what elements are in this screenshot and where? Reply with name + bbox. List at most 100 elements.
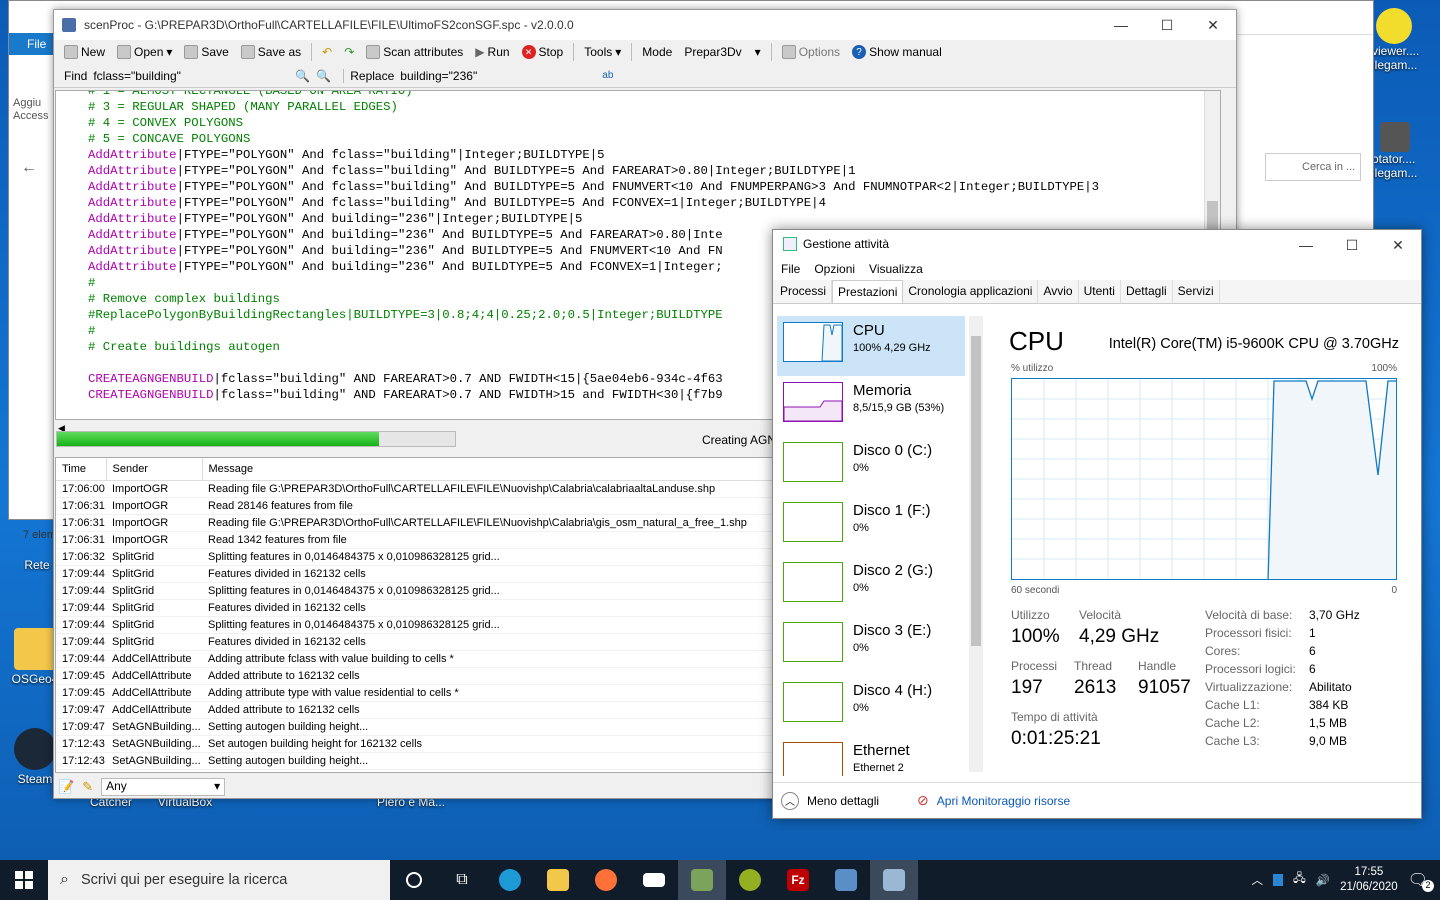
explorer-quick-access[interactable]: Aggiu Access (13, 97, 48, 123)
start-button[interactable] (0, 860, 48, 900)
sidebar-item-value: 8,5/15,9 GB (53%) (853, 402, 945, 414)
code-line[interactable]: AddAttribute|FTYPE="POLYGON" And fclass=… (88, 147, 1220, 163)
network-icon[interactable]: 🖧 (1293, 871, 1306, 890)
menu-visualizza[interactable]: Visualizza (869, 262, 923, 276)
scrollbar-thumb[interactable] (971, 336, 981, 646)
search-placeholder: Scrivi qui per eseguire la ricerca (80, 872, 288, 888)
volume-icon[interactable]: 🔊 (1316, 873, 1330, 887)
find-input[interactable]: fclass="building" (93, 69, 289, 83)
sidebar-scrollbar[interactable] (969, 316, 983, 772)
tab-servizi[interactable]: Servizi (1173, 280, 1220, 303)
sidebar-item-disco-2-g[interactable]: Disco 2 (G:) 0% (777, 556, 965, 616)
cpu-detail-row: Cache L1: 384 KB (1205, 698, 1348, 712)
save-as-button[interactable]: Save as (237, 41, 305, 63)
code-args: |FTYPE="POLYGON" And building="236"|Inte… (176, 212, 583, 226)
notifications-icon[interactable]: 🗨 2 (1408, 870, 1434, 892)
minimize-icon[interactable]: — (1098, 10, 1144, 40)
chevron-up-icon[interactable]: ︿ (781, 791, 799, 810)
taskbar-search[interactable]: ⌕ Scrivi qui per eseguire la ricerca (48, 860, 390, 900)
scan-attributes-button[interactable]: Scan attributes (362, 41, 467, 63)
sidebar-item-disco-4-h[interactable]: Disco 4 (H:) 0% (777, 676, 965, 736)
code-line[interactable]: AddAttribute|FTYPE="POLYGON" And fclass=… (88, 163, 1220, 179)
undo-button[interactable]: ↶ (318, 41, 336, 63)
log-header-time[interactable]: Time (56, 458, 107, 481)
code-line[interactable]: # 4 = CONVEX POLYGONS (88, 115, 1220, 131)
code-line[interactable]: # 3 = REGULAR SHAPED (MANY PARALLEL EDGE… (88, 99, 1220, 115)
log-filter-select[interactable]: Any ▾ (101, 778, 226, 796)
replace-all-icon[interactable]: ab (602, 70, 613, 81)
sidebar-item-ethernet[interactable]: Ethernet Ethernet 2 (777, 736, 965, 776)
cortana-button[interactable] (390, 860, 438, 900)
taskbar-app-taskmgr[interactable] (870, 860, 918, 900)
close-icon[interactable]: ✕ (1190, 10, 1236, 40)
code-line[interactable]: AddAttribute|FTYPE="POLYGON" And buildin… (88, 211, 1220, 227)
taskbar-app-firefox[interactable] (582, 860, 630, 900)
tray-app-icon[interactable] (1272, 874, 1283, 886)
tools-menu[interactable]: Tools ▾ (580, 41, 625, 63)
redo-button[interactable]: ↷ (340, 41, 358, 63)
tab-processi[interactable]: Processi (775, 280, 833, 303)
taskbar-app-network[interactable] (822, 860, 870, 900)
chevron-down-icon: ▾ (615, 45, 622, 59)
tab-cronologia[interactable]: Cronologia applicazioni (903, 280, 1039, 303)
maximize-icon[interactable]: ☐ (1144, 10, 1190, 40)
minimize-icon[interactable]: — (1283, 230, 1329, 260)
maximize-icon[interactable]: ☐ (1329, 230, 1375, 260)
taskbar-app-filezilla[interactable]: Fz (774, 860, 822, 900)
taskbar-app-scenproc[interactable] (678, 860, 726, 900)
open-resource-monitor-link[interactable]: Apri Monitoraggio risorse (937, 794, 1070, 808)
fewer-details-link[interactable]: Meno dettagli (807, 794, 879, 808)
options-button[interactable]: Options (778, 41, 844, 63)
menu-opzioni[interactable]: Opzioni (814, 262, 855, 276)
open-button[interactable]: Open ▾ (113, 41, 176, 63)
code-line[interactable]: # 5 = CONCAVE POLYGONS (88, 131, 1220, 147)
code-line[interactable]: AddAttribute|FTYPE="POLYGON" And fclass=… (88, 195, 1220, 211)
clock[interactable]: 17:55 21/06/2020 (1340, 865, 1398, 895)
scrollbar-thumb[interactable] (1207, 201, 1218, 231)
toolbar-divider (631, 43, 633, 61)
stop-button[interactable]: ✕ Stop (518, 41, 568, 63)
explorer-search-input[interactable]: Cerca in ... (1265, 153, 1361, 181)
stat-utilizzo-label: Utilizzo (1011, 608, 1050, 622)
chevron-up-icon[interactable]: ︿ (1251, 872, 1263, 888)
replace-input[interactable]: building="236" (400, 69, 596, 83)
tab-prestazioni[interactable]: Prestazioni (832, 280, 904, 303)
mode-select[interactable]: Prepar3Dv ▾ (680, 41, 764, 63)
find-previous-icon[interactable]: 🔍 (295, 69, 310, 83)
log-time: 17:09:44 (56, 582, 106, 600)
log-time: 17:12:43 (56, 752, 106, 770)
filezilla-icon: Fz (787, 869, 809, 891)
code-line[interactable]: AddAttribute|FTYPE="POLYGON" And fclass=… (88, 179, 1220, 195)
menu-file[interactable]: File (781, 262, 800, 276)
tab-utenti[interactable]: Utenti (1079, 280, 1121, 303)
sidebar-item-disco-3-e[interactable]: Disco 3 (E:) 0% (777, 616, 965, 676)
sidebar-item-cpu[interactable]: CPU 100% 4,29 GHz (777, 316, 965, 376)
back-arrow-icon[interactable]: ← (21, 159, 37, 177)
stat-processi-label: Processi (1011, 659, 1058, 673)
clear-icon[interactable]: ✎ (82, 779, 93, 795)
new-button[interactable]: New (60, 41, 109, 63)
sidebar-item-memoria[interactable]: Memoria 8,5/15,9 GB (53%) (777, 376, 965, 436)
save-button[interactable]: Save (180, 41, 232, 63)
detail-key: Cache L1: (1205, 698, 1260, 712)
find-next-icon[interactable]: 🔍 (316, 69, 331, 83)
progress-status-text: Creating AGN (702, 433, 777, 447)
log-header-sender[interactable]: Sender (106, 458, 203, 481)
log-sender: SetAGNBuilding... (106, 718, 202, 736)
cpu-graph-svg (1012, 379, 1396, 579)
tab-dettagli[interactable]: Dettagli (1121, 280, 1173, 303)
edit-icon[interactable]: 📝 (58, 779, 74, 795)
taskbar-app-explorer[interactable] (534, 860, 582, 900)
sidebar-item-disco-1-f[interactable]: Disco 1 (F:) 0% (777, 496, 965, 556)
run-button[interactable]: ▶ Run (471, 41, 513, 63)
sidebar-item-value: 0% (853, 642, 869, 654)
sidebar-item-disco-0-c[interactable]: Disco 0 (C:) 0% (777, 436, 965, 496)
code-line[interactable]: # 1 = ALMOST RECTANGLE (BASED ON AREA RA… (88, 91, 1220, 99)
tab-avvio[interactable]: Avvio (1038, 280, 1079, 303)
taskbar-app-qgis[interactable] (726, 860, 774, 900)
task-view-button[interactable]: ⧉ (438, 860, 486, 900)
close-icon[interactable]: ✕ (1375, 230, 1421, 260)
taskbar-app-vr[interactable] (630, 860, 678, 900)
taskbar-app-edge[interactable] (486, 860, 534, 900)
show-manual-button[interactable]: ? Show manual (848, 41, 946, 63)
